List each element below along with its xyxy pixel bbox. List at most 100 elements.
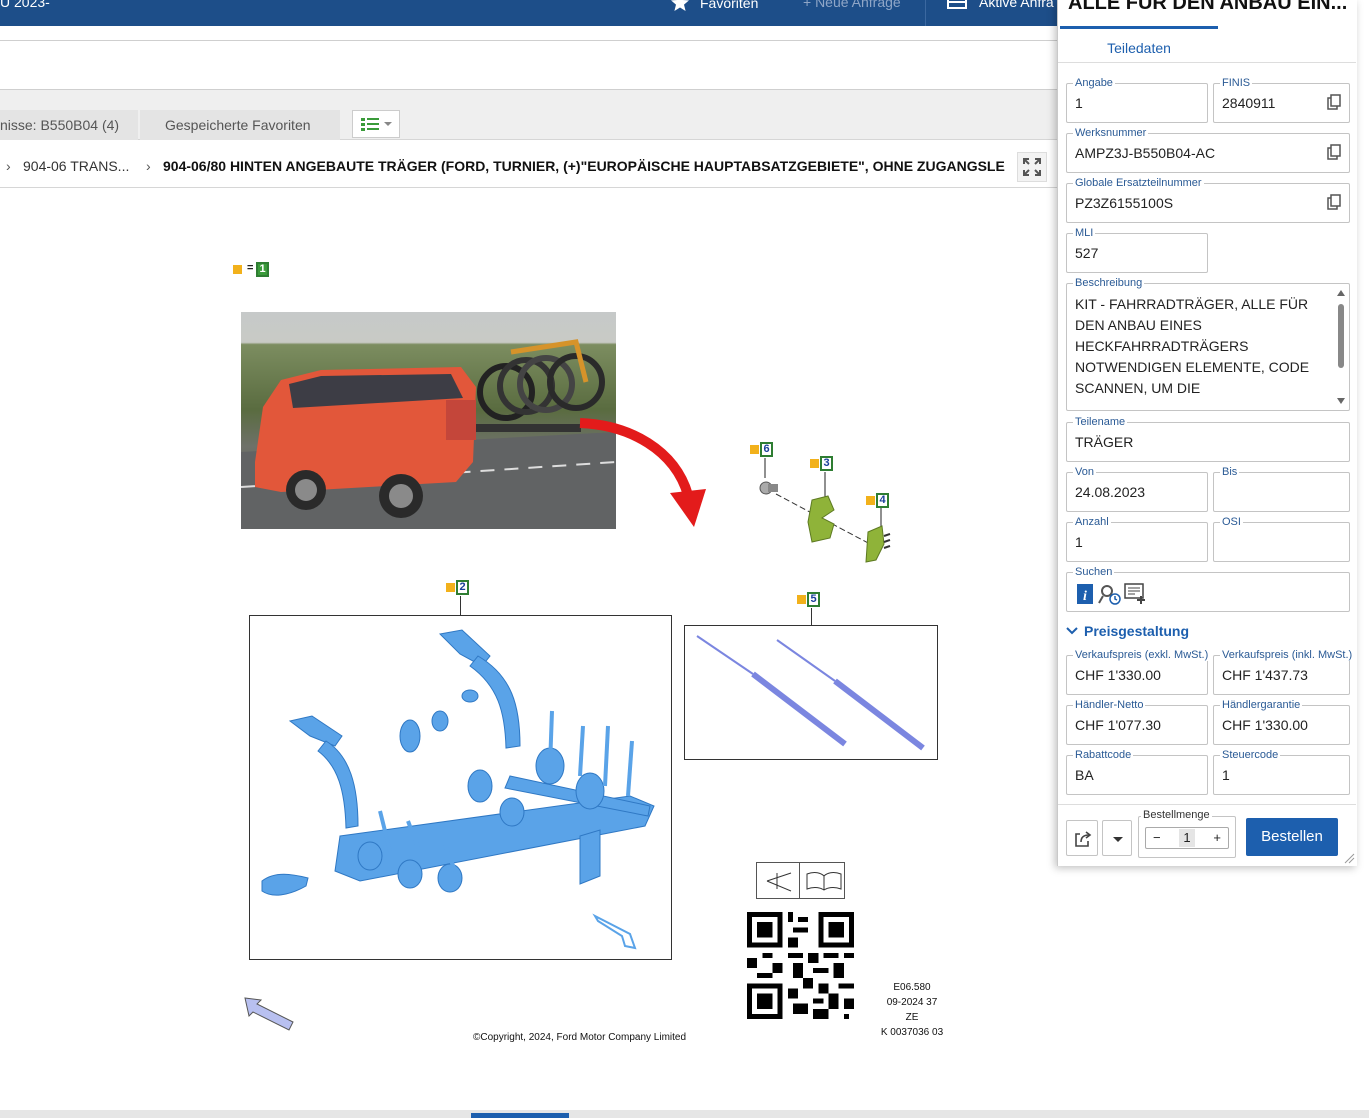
quantity-stepper[interactable]: − 1 + [1145, 827, 1229, 849]
scroll-down-icon[interactable] [1337, 398, 1345, 404]
angabe-field[interactable]: Angabe 1 [1066, 77, 1208, 123]
qty-plus-button[interactable]: + [1213, 830, 1221, 845]
global-part-number-field[interactable]: Globale Ersatzteilnummer PZ3Z6155100S [1066, 177, 1350, 223]
callout-leader-line [460, 596, 461, 615]
copyright-text: ©Copyright, 2024, Ford Motor Company Lim… [473, 1032, 687, 1043]
book-icon [806, 872, 842, 891]
legend-marker: = 1 [233, 262, 273, 278]
qty-input[interactable]: 1 [1179, 829, 1195, 847]
drawing-meta-line: E06.580 [893, 982, 931, 993]
copy-icon[interactable] [1327, 144, 1341, 160]
callout-number: 6 [760, 442, 773, 457]
pricing-section-toggle[interactable]: Preisgestaltung [1066, 623, 1189, 639]
expand-icon [1023, 158, 1041, 176]
vk-exkl-field[interactable]: Verkaufspreis (exkl. MwSt.) CHF 1'330.00 [1066, 649, 1211, 695]
part-history-icon[interactable] [1098, 583, 1122, 605]
qty-label: Bestellmenge [1141, 809, 1212, 821]
right-gutter [1357, 0, 1369, 1110]
list-view-dropdown[interactable] [352, 110, 400, 138]
star-icon [671, 0, 689, 11]
field-label: Verkaufspreis (exkl. MwSt.) [1073, 649, 1211, 661]
callout-number: 2 [456, 580, 469, 595]
copy-icon[interactable] [1327, 94, 1341, 110]
callout-leader-line [811, 608, 812, 625]
callout-2[interactable]: 2 [446, 580, 472, 596]
share-button[interactable] [1066, 820, 1098, 856]
osi-field[interactable]: OSI [1213, 516, 1350, 562]
new-request-button[interactable]: + Neue Anfrage [803, 0, 901, 10]
field-label: Händlergarantie [1220, 699, 1303, 711]
haendlergarantie-field[interactable]: Händlergarantie CHF 1'330.00 [1213, 699, 1350, 745]
callout-5[interactable]: 5 [797, 592, 823, 608]
info-icon[interactable]: i [1077, 584, 1093, 604]
callout-6[interactable]: 6 [750, 442, 776, 458]
active-requests-button[interactable]: Aktive Anfra [947, 0, 1054, 10]
callout-marker-icon [446, 583, 455, 592]
field-label: Steuercode [1220, 749, 1281, 761]
breadcrumb-level1[interactable]: 904-06 TRANS... [23, 158, 129, 174]
svg-text:i: i [1083, 589, 1087, 604]
callout-number: 5 [807, 592, 820, 607]
order-button[interactable]: Bestellen [1246, 818, 1338, 856]
copy-icon[interactable] [1327, 194, 1341, 210]
toggle-divider [799, 863, 800, 898]
field-value: 1 [1222, 767, 1230, 783]
mli-field[interactable]: MLI 527 [1066, 227, 1208, 273]
field-value: TRÄGER [1075, 434, 1134, 450]
anzahl-field[interactable]: Anzahl 1 [1066, 516, 1208, 562]
field-value: 2840911 [1222, 95, 1276, 111]
tab-teiledaten[interactable]: Teiledaten [1060, 26, 1218, 62]
bike-carrier-assembly-drawing [249, 615, 672, 960]
parts-illustration: = 1 6 3 4 2 5 E06.580 09-2024 37 ZE K 00… [0, 190, 1060, 1110]
field-label: Verkaufspreis (inkl. MwSt.) [1220, 649, 1355, 661]
qr-code[interactable] [747, 912, 854, 1019]
vk-inkl-field[interactable]: Verkaufspreis (inkl. MwSt.) CHF 1'437.73 [1213, 649, 1355, 695]
add-note-icon[interactable] [1124, 583, 1148, 605]
field-value: 1 [1075, 534, 1083, 550]
field-label: Anzahl [1073, 516, 1111, 528]
field-label: MLI [1073, 227, 1096, 239]
beschreibung-textarea[interactable]: Beschreibung KIT - FAHRRADTRÄGER, ALLE F… [1066, 277, 1350, 411]
red-arrow-icon [579, 418, 706, 527]
tab-saved-favorites[interactable]: Gespeicherte Favoriten [140, 110, 340, 140]
scrollbar-thumb[interactable] [1338, 304, 1344, 368]
werksnummer-field[interactable]: Werksnummer AMPZ3J-B550B04-AC [1066, 127, 1350, 173]
finis-field[interactable]: FINIS 2840911 [1213, 77, 1350, 123]
direction-arrow-icon [244, 997, 294, 1031]
breadcrumb: › 904-06 TRANS... › 904-06/80 HINTEN ANG… [0, 148, 1060, 188]
teilename-field[interactable]: Teilename TRÄGER [1066, 416, 1350, 462]
drawing-meta-line: ZE [905, 1012, 919, 1023]
fullscreen-button[interactable] [1017, 152, 1047, 182]
field-label: OSI [1220, 516, 1243, 528]
bis-field[interactable]: Bis [1213, 466, 1350, 512]
haendler-netto-field[interactable]: Händler-Netto CHF 1'077.30 [1066, 699, 1208, 745]
bracket-parts-drawing [759, 458, 891, 563]
caret-down-icon [1113, 837, 1123, 842]
textarea-scrollbar[interactable] [1337, 290, 1345, 404]
field-label: Rabattcode [1073, 749, 1134, 761]
field-label: FINIS [1220, 77, 1253, 89]
results-tabs: nisse: B550B04 (4) Gespeicherte Favorite… [0, 90, 1060, 140]
field-value: PZ3Z6155100S [1075, 195, 1174, 211]
steuercode-field[interactable]: Steuercode 1 [1213, 749, 1350, 795]
field-value: 1 [1075, 95, 1083, 111]
horizontal-scrollbar[interactable] [0, 1110, 1369, 1118]
von-field[interactable]: Von 24.08.2023 [1066, 466, 1208, 512]
view-toggle[interactable] [756, 862, 845, 899]
resize-handle-icon[interactable] [1343, 852, 1355, 864]
tab-results[interactable]: nisse: B550B04 (4) [0, 110, 138, 140]
scrollbar-thumb[interactable] [471, 1113, 569, 1118]
favorites-button[interactable]: Favoriten [670, 0, 758, 12]
rabattcode-field[interactable]: Rabattcode BA [1066, 749, 1208, 795]
field-label: Von [1073, 466, 1096, 478]
field-value: CHF 1'077.30 [1075, 717, 1161, 733]
qty-minus-button[interactable]: − [1153, 830, 1161, 845]
breadcrumb-current: 904-06/80 HINTEN ANGEBAUTE TRÄGER (FORD,… [163, 158, 1005, 174]
search-toolbar [0, 40, 1060, 90]
pricing-heading: Preisgestaltung [1084, 623, 1190, 639]
order-quantity-group: Bestellmenge − 1 + [1138, 809, 1236, 858]
scroll-up-icon[interactable] [1337, 290, 1345, 296]
more-actions-dropdown[interactable] [1102, 820, 1132, 856]
field-label: Globale Ersatzteilnummer [1073, 177, 1204, 189]
active-requests-label: Aktive Anfra [979, 0, 1054, 10]
